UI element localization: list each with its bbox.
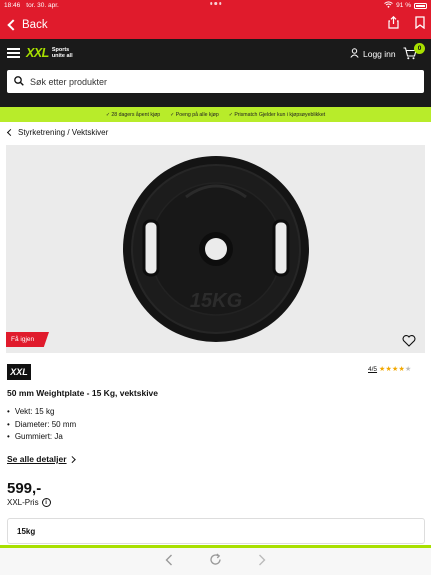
login-label: Logg inn <box>363 49 396 59</box>
back-label: Back <box>22 19 48 31</box>
status-date: tor. 30. apr. <box>26 2 59 9</box>
logo-tagline-2: unite all <box>51 53 73 59</box>
rating-score: 4/5 <box>368 365 378 373</box>
share-icon[interactable] <box>388 15 399 34</box>
weight-plate-image: 15KG <box>123 156 309 342</box>
cart-count-badge: 0 <box>414 43 425 54</box>
variant-selector[interactable]: 15kg <box>7 518 425 544</box>
user-icon <box>350 48 359 60</box>
breadcrumb-label[interactable]: Styrketrening / Vektskiver <box>18 128 108 137</box>
search-input[interactable]: Søk etter produkter <box>7 70 424 93</box>
search-placeholder: Søk etter produkter <box>30 76 108 87</box>
wifi-icon <box>384 1 393 10</box>
plate-label: 15KG <box>190 290 242 312</box>
price-label: XXL-Pris <box>7 498 39 507</box>
usp-item: Poeng på alle kjøp <box>170 112 219 118</box>
product-specs: Vekt: 15 kg Diameter: 50 mm Gummiert: Ja <box>7 406 76 444</box>
breadcrumb[interactable]: Styrketrening / Vektskiver <box>6 128 108 137</box>
cashback-badge: Få igjen <box>6 332 49 347</box>
chevron-left-icon <box>7 19 19 31</box>
back-button[interactable]: Back <box>6 19 48 31</box>
spec-item: Gummiert: Ja <box>7 431 76 444</box>
rating-stars: ★★★★★ <box>379 366 412 373</box>
status-time: 18:46 <box>4 2 21 9</box>
favorite-heart-icon[interactable] <box>402 334 416 352</box>
back-arrow-icon[interactable] <box>165 553 173 571</box>
spec-item: Diameter: 50 mm <box>7 419 76 432</box>
bookmark-icon[interactable] <box>415 16 425 34</box>
chevron-left-icon <box>6 128 15 137</box>
usp-item: Prismatch Gjelder kun i kjøpsøyeblikket <box>229 112 325 118</box>
xxl-logo[interactable]: XXL Sports unite all <box>26 46 73 60</box>
price-label-row: XXL-Pris i <box>7 498 51 507</box>
forward-arrow-icon[interactable] <box>258 553 266 571</box>
usp-item: 28 dagers åpent kjøp <box>106 112 160 118</box>
status-bar: 18:46 tor. 30. apr. 91 % <box>0 0 431 11</box>
product-rating[interactable]: 4/5 ★★★★★ <box>368 365 412 374</box>
details-label: Se alle detaljer <box>7 454 67 464</box>
chevron-right-icon <box>68 455 75 463</box>
multitask-dots[interactable] <box>209 2 222 5</box>
brand-logo[interactable]: XXL <box>7 364 31 380</box>
browser-navbar: Back <box>0 11 431 39</box>
reload-icon[interactable] <box>209 552 222 571</box>
menu-icon[interactable] <box>7 48 20 58</box>
battery-icon <box>414 2 427 9</box>
product-price: 599,- <box>7 480 42 497</box>
product-title: 50 mm Weightplate - 15 Kg, vektskive <box>7 388 159 398</box>
browser-toolbar <box>0 548 431 575</box>
battery-percent: 91 % <box>396 2 411 9</box>
search-icon <box>14 75 24 88</box>
usp-bar: 28 dagers åpent kjøp Poeng på alle kjøp … <box>0 107 431 122</box>
login-button[interactable]: Logg inn <box>350 48 396 60</box>
spec-item: Vekt: 15 kg <box>7 406 76 419</box>
product-image[interactable]: 15KG <box>6 145 425 353</box>
see-all-details-link[interactable]: Se alle detaljer <box>7 454 75 464</box>
logo-text: XXL <box>26 46 49 60</box>
info-icon[interactable]: i <box>41 498 51 507</box>
